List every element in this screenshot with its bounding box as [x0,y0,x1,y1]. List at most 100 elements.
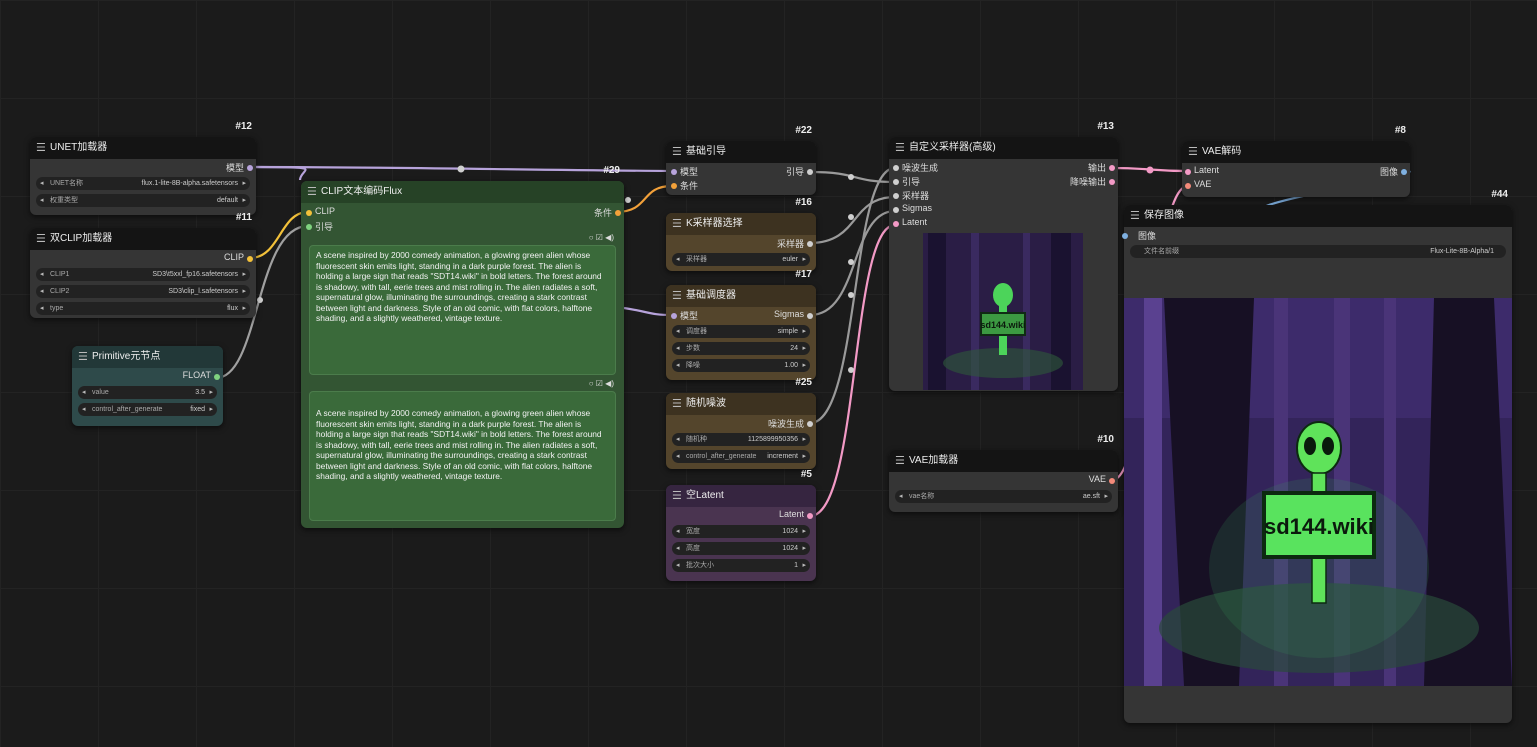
sampler-name-widget[interactable]: ◂ 采样器 euler ▸ [672,253,810,266]
t5xxl-prompt-textarea[interactable]: A scene inspired by 2000 comedy animatio… [309,391,616,521]
guider-input-socket[interactable] [893,179,899,185]
wire-sampler [809,195,896,245]
node-title[interactable]: ☰ 基础引导 [666,141,816,163]
menu-icon[interactable]: ☰ [36,228,46,250]
unet-loader-node[interactable]: #12 ☰ UNET加载器 模型 ◂ UNET名称 flux.1-lite-8B-al… [30,121,256,215]
menu-icon[interactable]: ☰ [78,346,88,368]
textarea-toolbar-2[interactable]: ○ ☑ ◀) [589,379,614,388]
control-after-generate-widget[interactable]: ◂ control_after_generate fixed ▸ [78,403,217,416]
value-widget[interactable]: ◂ value 3.5 ▸ [78,386,217,399]
menu-icon[interactable]: ☰ [895,137,905,159]
menu-icon[interactable]: ☰ [672,285,682,307]
vae-decode-node[interactable]: #8 ☰ VAE解码 Latent 图像 VAE [1182,125,1410,197]
node-title[interactable]: ☰ UNET加载器 [30,137,256,159]
sigmas-input-socket[interactable] [893,207,899,213]
unet-name-widget[interactable]: ◂ UNET名称 flux.1-lite-8B-alpha.safetensors ▸ [36,177,250,190]
menu-icon[interactable]: ☰ [672,213,682,235]
denoise-widget[interactable]: ◂ 降噪 1.00 ▸ [672,359,810,372]
basic-guider-node[interactable]: #22 ☰ 基础引导 模型 引导 条件 [666,125,816,195]
sampler-output-label: 采样器 [776,239,804,249]
node-title[interactable]: ☰ 保存图像 [1124,205,1512,227]
height-widget[interactable]: ◂ 高度 1024 ▸ [672,542,810,555]
noise-seed-widget[interactable]: ◂ 随机种 1125899950356 ▸ [672,433,810,446]
node-title[interactable]: ☰ CLIP文本编码Flux [301,181,624,203]
denoised-output-socket[interactable] [1109,179,1115,185]
latent-output-socket[interactable] [807,513,813,519]
float-output-socket[interactable] [214,374,220,380]
clip1-widget[interactable]: ◂ CLIP1 SD3\t5xxl_fp16.safetensors ▸ [36,268,250,281]
empty-latent-node[interactable]: #5 ☰ 空Latent Latent ◂ 宽度 1024 ▸ ◂ 高度 1024 ▸ ◂ 批次… [666,469,816,581]
vae-name-widget[interactable]: ◂ vae名称 ae.sft ▸ [895,490,1112,503]
clip-l-prompt-textarea[interactable]: A scene inspired by 2000 comedy animatio… [309,245,616,375]
image-output-socket[interactable] [1401,169,1407,175]
vae-loader-node[interactable]: #10 ☰ VAE加载器 VAE ◂ vae名称 ae.sft ▸ [889,434,1118,512]
node-id: #12 [235,121,252,132]
filename-prefix-widget[interactable]: 文件名前缀 Flux-Lite-8B-Alpha/1 [1130,245,1506,258]
primitive-node[interactable]: ☰ Primitive元节点 FLOAT ◂ value 3.5 ▸ ◂ control_… [72,346,223,426]
image-input-socket[interactable] [1122,233,1128,239]
conditioning-output-socket[interactable] [615,210,621,216]
model-output-label: 模型 [225,163,244,173]
node-title[interactable]: ☰ Primitive元节点 [72,346,223,368]
latent-input-socket[interactable] [893,221,899,227]
float-output-label: FLOAT [182,370,211,380]
node-title[interactable]: ☰ 空Latent [666,485,816,507]
menu-icon[interactable]: ☰ [895,450,905,472]
menu-icon[interactable]: ☰ [36,137,46,159]
clip-text-encode-flux-node[interactable]: #29 ☰ CLIP文本编码Flux CLIP 条件 引导 ○ ☑ ◀) A sce… [301,165,624,528]
node-title[interactable]: ☰ VAE加载器 [889,450,1118,472]
vae-output-socket[interactable] [1109,478,1115,484]
sigmas-output-socket[interactable] [807,313,813,319]
saved-image: sd144.wiki [1124,298,1512,686]
node-id: #16 [795,197,812,208]
menu-icon[interactable]: ☰ [672,141,682,163]
menu-icon[interactable]: ☰ [1130,205,1140,227]
menu-icon[interactable]: ☰ [672,485,682,507]
dual-clip-loader-node[interactable]: #11 ☰ 双CLIP加载器 CLIP ◂ CLIP1 SD3\t5xxl_fp16.… [30,212,256,318]
steps-widget[interactable]: ◂ 步数 24 ▸ [672,342,810,355]
weight-type-widget[interactable]: ◂ 权重类型 default ▸ [36,194,250,207]
basic-scheduler-node[interactable]: #17 ☰ 基础调度器 模型 Sigmas ◂ 调度器 simple ▸ ◂ 步数 24 ▸ ◂… [666,269,816,380]
clip-input-socket[interactable] [306,210,312,216]
guider-output-socket[interactable] [807,169,813,175]
ksampler-select-node[interactable]: #16 ☰ K采样器选择 采样器 ◂ 采样器 euler ▸ [666,197,816,271]
sampler-output-socket[interactable] [807,241,813,247]
batch-size-widget[interactable]: ◂ 批次大小 1 ▸ [672,559,810,572]
output-socket[interactable] [1109,165,1115,171]
save-image-node[interactable]: #44 ☰ 保存图像 图像 文件名前缀 Flux-Lite-8B-Alpha/1 s… [1122,189,1512,723]
noise-output-socket[interactable] [807,421,813,427]
guidance-input-socket[interactable] [306,224,312,230]
model-input-label: 模型 [680,311,699,321]
node-title[interactable]: ☰ K采样器选择 [666,213,816,235]
node-title[interactable]: ☰ 双CLIP加载器 [30,228,256,250]
width-widget[interactable]: ◂ 宽度 1024 ▸ [672,525,810,538]
sampler-custom-advanced-node[interactable]: #13 ☰ 自定义采样器(高级) 噪波生成 输出 引导 降噪输出 采样器 Sigmas… [889,121,1118,391]
sampler-input-socket[interactable] [893,193,899,199]
scheduler-widget[interactable]: ◂ 调度器 simple ▸ [672,325,810,338]
noise-input-socket[interactable] [893,165,899,171]
clip-output-label: CLIP [223,252,244,262]
model-output-socket[interactable] [247,165,253,171]
clip-output-socket[interactable] [247,256,253,262]
textarea-toolbar-1[interactable]: ○ ☑ ◀) [589,233,614,242]
clip2-widget[interactable]: ◂ CLIP2 SD3\clip_l.safetensors ▸ [36,285,250,298]
model-input-socket[interactable] [671,169,677,175]
conditioning-input-socket[interactable] [671,183,677,189]
type-widget[interactable]: ◂ type flux ▸ [36,302,250,315]
latent-input-socket[interactable] [1185,169,1191,175]
menu-icon[interactable]: ☰ [672,393,682,415]
random-noise-node[interactable]: #25 ☰ 随机噪波 噪波生成 ◂ 随机种 1125899950356 ▸ ◂ contr… [666,377,816,469]
menu-icon[interactable]: ☰ [1188,141,1198,163]
node-title[interactable]: ☰ 随机噪波 [666,393,816,415]
node-title[interactable]: ☰ 基础调度器 [666,285,816,307]
vae-input-socket[interactable] [1185,183,1191,189]
guider-input-label: 引导 [902,177,921,187]
noise-input-label: 噪波生成 [902,163,939,173]
model-input-socket[interactable] [671,313,677,319]
control-after-generate-widget[interactable]: ◂ control_after_generate increment ▸ [672,450,810,463]
node-title[interactable]: ☰ 自定义采样器(高级) [889,137,1118,159]
node-title[interactable]: ☰ VAE解码 [1182,141,1410,163]
menu-icon[interactable]: ☰ [307,181,317,203]
image-sign-text: sd144.wiki [1264,514,1374,539]
node-id: #11 [235,212,252,223]
